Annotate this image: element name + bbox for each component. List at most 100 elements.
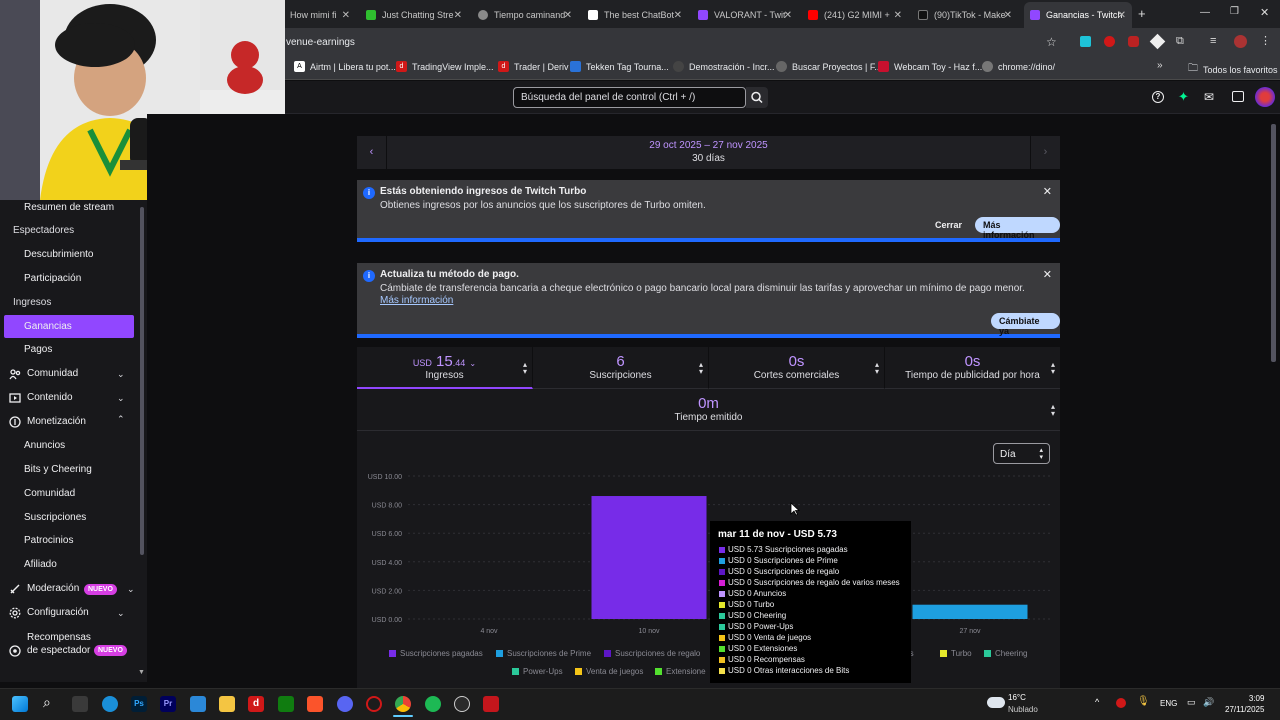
legend-item[interactable]: Suscripciones pagadas (389, 649, 483, 658)
legend-item[interactable]: Venta de juegos (575, 667, 643, 676)
sidebar-item-payouts[interactable]: Pagos (24, 344, 52, 355)
bookmark-item[interactable]: Webcam Toy - Haz f... (878, 61, 982, 72)
browser-tab-active[interactable]: Ganancias - Twitch ✕ (1024, 2, 1132, 28)
obs-icon[interactable] (454, 696, 470, 712)
chevron-down-icon[interactable]: ⌄ (117, 393, 125, 404)
legend-item[interactable]: Suscripciones de regalo (604, 649, 700, 658)
sidebar-item-earnings[interactable]: Ganancias (24, 321, 72, 332)
browser-tab[interactable]: Just Chatting Stre ✕ (360, 2, 468, 28)
crowd-chant-icon[interactable]: ✦ (1178, 89, 1189, 105)
sidebar-section-revenue[interactable]: Ingresos (13, 297, 51, 308)
copilot-icon[interactable] (72, 696, 88, 712)
valorant-icon[interactable] (483, 696, 499, 712)
inbox-icon[interactable]: ✉ (1204, 90, 1214, 104)
sidebar-scrollbar[interactable] (140, 207, 144, 555)
sidebar-group-moderation[interactable]: Moderación (27, 583, 79, 594)
file-explorer-icon[interactable] (219, 696, 235, 712)
media-control-icon[interactable]: ≡ (1210, 35, 1216, 47)
sidebar-item-bits[interactable]: Bits y Cheering (24, 464, 92, 475)
main-scrollbar[interactable] (1271, 124, 1276, 362)
chrome-icon[interactable] (395, 696, 411, 712)
deriv-icon[interactable]: d (248, 696, 264, 712)
next-range-button[interactable]: › (1030, 136, 1060, 169)
help-icon[interactable]: ? (1152, 91, 1164, 103)
sidebar-section-viewers[interactable]: Espectadores (13, 225, 74, 236)
bookmark-item[interactable]: chrome://dino/ (982, 61, 1055, 72)
stat-revenue[interactable]: USD 15.44 ⌄ Ingresos ▴ ▾ (357, 347, 533, 389)
browser-tab[interactable]: (241) G2 MIMI + ✕ (802, 2, 908, 28)
close-icon[interactable]: ✕ (1118, 10, 1126, 21)
new-tab-icon[interactable]: + (1138, 6, 1146, 21)
sidebar-item-sponsorships[interactable]: Patrocinios (24, 535, 73, 546)
sidebar-item-stream-summary[interactable]: Resumen de stream (24, 202, 114, 213)
sidebar-item-engagement[interactable]: Participación (24, 273, 81, 284)
bookmark-item[interactable]: Tekken Tag Tourna... (570, 61, 669, 72)
extension-icon[interactable] (1104, 36, 1115, 47)
browser-tab[interactable]: (90)TikTok - Make ✕ (912, 2, 1018, 28)
chevron-up-icon[interactable]: ⌃ (117, 414, 125, 425)
bookmark-star-icon[interactable]: ☆ (1046, 35, 1057, 49)
dashboard-search-input[interactable]: Búsqueda del panel de control (Ctrl + /) (513, 87, 746, 108)
premiere-icon[interactable]: Pr (160, 696, 176, 712)
browser-tab[interactable]: VALORANT - Twit ✕ (692, 2, 798, 28)
extension-icon[interactable] (1080, 36, 1091, 47)
extensions-puzzle-icon[interactable]: ⧉ (1176, 35, 1184, 48)
more-info-link[interactable]: Más información (380, 295, 453, 306)
weather-temp[interactable]: 16°C (1008, 693, 1026, 702)
tray-chevron-icon[interactable]: ^ (1095, 697, 1099, 707)
close-icon[interactable]: ✕ (454, 10, 462, 21)
legend-item[interactable]: Power-Ups (512, 667, 563, 676)
browser-tab[interactable]: Tiempo caminand ✕ (472, 2, 578, 28)
bookmark-item[interactable]: d TradingView Imple... (396, 61, 494, 72)
sidebar-item-discovery[interactable]: Descubrimiento (24, 249, 93, 260)
legend-item[interactable]: Cheering (984, 649, 1027, 658)
more-info-button[interactable]: Más información (975, 217, 1060, 240)
url-field[interactable]: venue-earnings (286, 37, 355, 48)
sidebar-group-viewer-rewards[interactable]: Recompensas de espectador (27, 631, 95, 657)
minimize-icon[interactable]: — (1200, 7, 1210, 18)
spotify-icon[interactable] (425, 696, 441, 712)
whispers-icon[interactable] (1232, 91, 1244, 102)
close-icon[interactable]: ✕ (1043, 185, 1052, 198)
user-avatar[interactable] (1255, 87, 1275, 107)
close-notice-button[interactable]: Cerrar (927, 217, 970, 233)
weather-text[interactable]: Nublado (1008, 705, 1038, 714)
stat-time-streamed[interactable]: 0m Tiempo emitido ▴ ▾ (357, 389, 1060, 431)
browser-tab[interactable]: The best ChatBot ✕ (582, 2, 688, 28)
chevron-down-icon[interactable]: ⌄ (117, 369, 125, 380)
previous-range-button[interactable]: ‹ (357, 136, 387, 169)
extension-icon[interactable] (1128, 36, 1139, 47)
close-icon[interactable]: ✕ (894, 10, 902, 21)
stat-ad-breaks[interactable]: 0s Cortes comerciales ▴ ▾ (709, 347, 885, 389)
bookmark-item[interactable]: d Trader | Deriv (498, 61, 569, 72)
close-icon[interactable]: ✕ (784, 10, 792, 21)
chevron-down-icon[interactable]: ⌄ (117, 608, 125, 619)
sidebar-group-settings[interactable]: Configuración (27, 607, 89, 618)
taskbar-clock[interactable]: 3:09 27/11/2025 (1225, 693, 1264, 715)
stat-subscriptions[interactable]: 6 Suscripciones ▴ ▾ (533, 347, 709, 389)
browser-tab[interactable]: How mimi fi ✕ (284, 2, 356, 28)
bookmark-item[interactable]: Buscar Proyectos | F... (776, 61, 882, 72)
sidebar-group-content[interactable]: Contenido (27, 392, 73, 403)
switch-now-button[interactable]: Cámbiate ya (991, 313, 1060, 336)
scroll-down-arrow-icon[interactable]: ▼ (138, 669, 145, 676)
legend-item[interactable]: Extensione (655, 667, 706, 676)
network-icon[interactable]: ▭ (1187, 697, 1196, 708)
legend-item[interactable]: Turbo (940, 649, 972, 658)
close-icon[interactable]: ✕ (1043, 268, 1052, 281)
all-bookmarks[interactable]: 🗀 Todos los favoritos (1188, 61, 1278, 78)
brave-icon[interactable] (307, 696, 323, 712)
search-button[interactable] (746, 87, 768, 108)
close-icon[interactable]: ✕ (674, 10, 682, 21)
discord-icon[interactable] (337, 696, 353, 712)
close-icon[interactable]: ✕ (342, 10, 350, 21)
close-icon[interactable]: ✕ (564, 10, 572, 21)
restore-icon[interactable]: ❐ (1230, 6, 1239, 17)
menu-kebab-icon[interactable]: ⋮ (1260, 34, 1271, 47)
sidebar-item-community-monetization[interactable]: Comunidad (24, 488, 75, 499)
bookmark-item[interactable]: A Airtm | Libera tu pot... (294, 61, 396, 72)
sidebar-item-ads[interactable]: Anuncios (24, 440, 65, 451)
window-close-icon[interactable]: ✕ (1260, 6, 1269, 19)
more-bookmarks-icon[interactable]: » (1157, 60, 1163, 71)
volume-icon[interactable]: 🔊 (1203, 697, 1214, 708)
